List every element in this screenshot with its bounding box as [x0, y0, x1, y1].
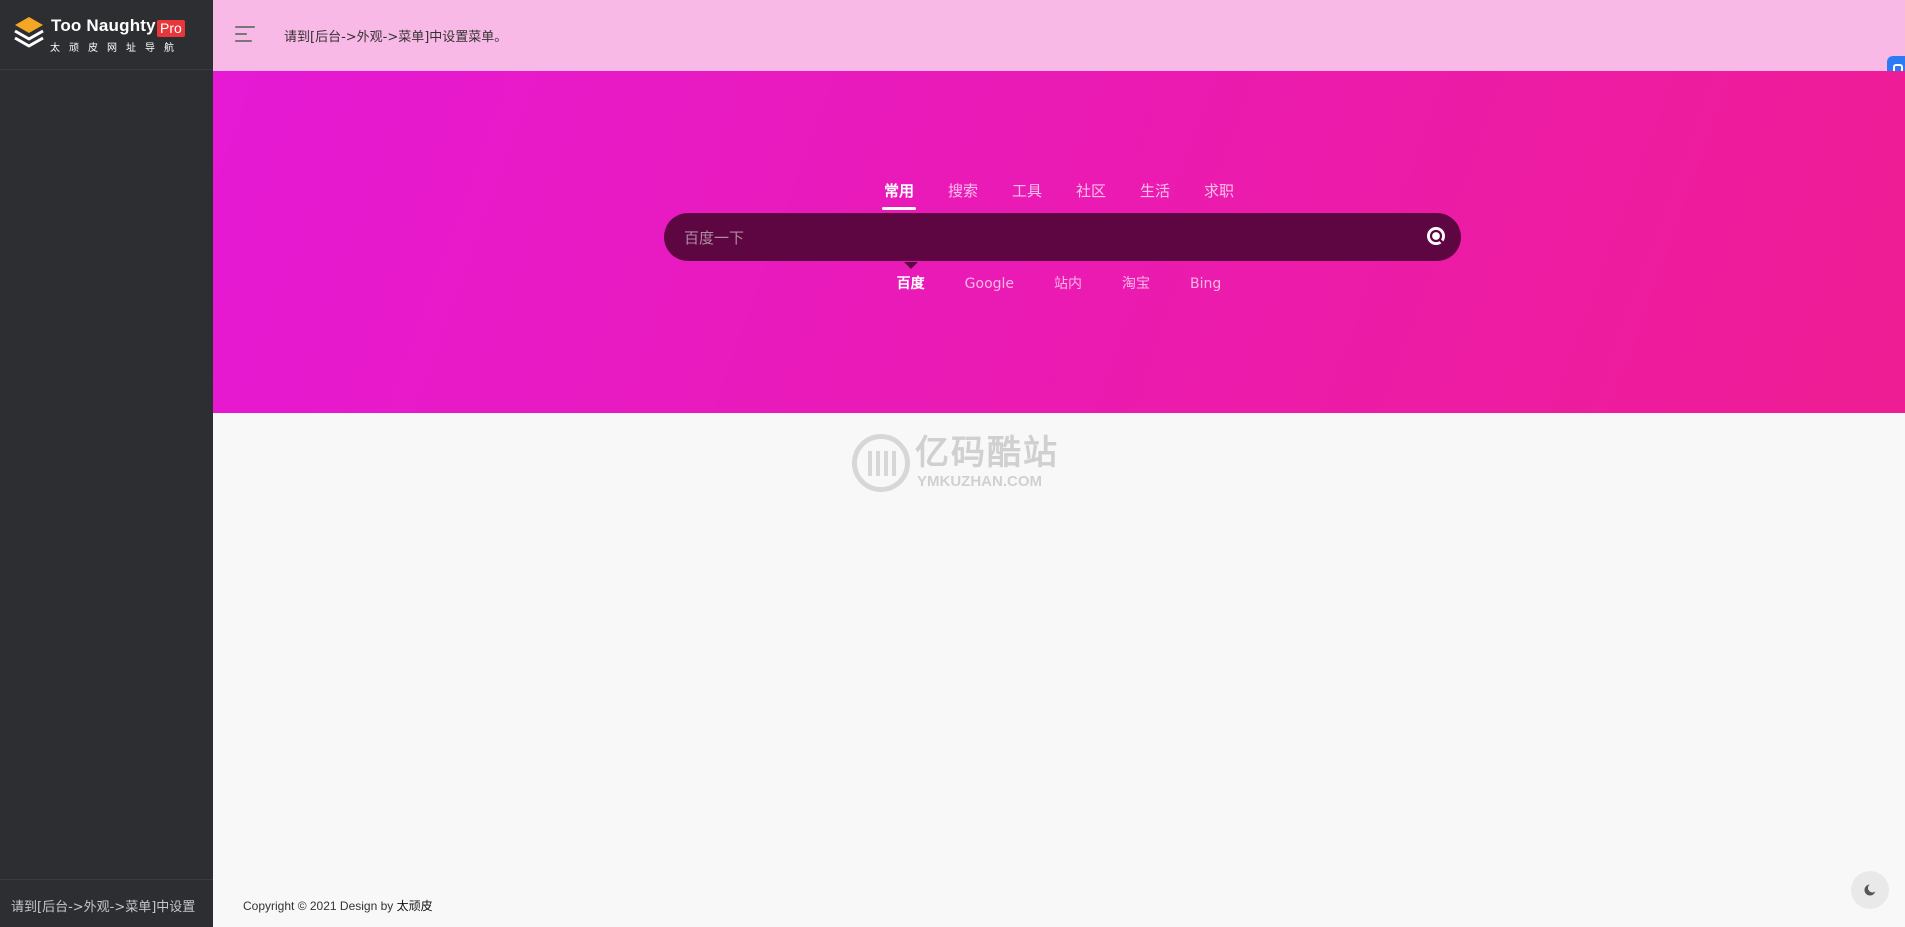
search-engine-list: 百度 Google 站内 淘宝 Bing: [213, 262, 1905, 293]
sidebar: Too Naughty Pro 太顽皮网址导航 请到[后台->外观->菜单]中设…: [0, 0, 213, 927]
watermark: 亿码酷站 YMKUZHAN.COM: [852, 434, 1057, 492]
menu-line-icon: [235, 33, 247, 35]
tab-tools[interactable]: 工具: [1012, 180, 1042, 209]
logo-title: Too Naughty: [51, 16, 156, 35]
watermark-subtitle: YMKUZHAN.COM: [917, 473, 1042, 490]
menu-line-icon: [235, 26, 255, 28]
sidebar-footer: 请到[后台->外观->菜单]中设置: [0, 879, 213, 927]
tab-common[interactable]: 常用: [881, 180, 916, 210]
site-logo[interactable]: Too Naughty Pro 太顽皮网址导航: [0, 0, 213, 70]
logo-subtitle: 太顽皮网址导航: [50, 43, 183, 54]
engine-site[interactable]: 站内: [1054, 273, 1082, 293]
search-hero: 常用 搜索 工具 社区 生活 求职 百度 Google 站内 淘宝 Bing: [213, 71, 1905, 413]
menu-toggle-button[interactable]: [235, 24, 257, 44]
search-category-tabs: 常用 搜索 工具 社区 生活 求职: [213, 180, 1905, 210]
footer-copyright: Copyright © 2021: [243, 899, 340, 913]
menu-line-icon: [235, 40, 252, 42]
search-icon[interactable]: [1425, 225, 1449, 249]
engine-baidu[interactable]: 百度: [897, 262, 925, 293]
tab-community[interactable]: 社区: [1076, 180, 1106, 209]
engine-google[interactable]: Google: [965, 276, 1014, 292]
engine-taobao[interactable]: 淘宝: [1122, 273, 1150, 293]
sidebar-footer-text: 请到[后台->外观->菜单]中设置: [11, 900, 196, 915]
watermark-title: 亿码酷站: [915, 433, 1059, 473]
engine-bing[interactable]: Bing: [1190, 276, 1221, 292]
watermark-logo-icon: [852, 434, 910, 492]
search-box: [664, 213, 1461, 263]
tab-life[interactable]: 生活: [1140, 180, 1170, 209]
page-footer: Copyright © 2021 Design by 太顽皮: [243, 897, 433, 914]
logo-pro-badge: Pro: [157, 20, 185, 37]
search-input[interactable]: [682, 213, 1406, 263]
tab-search[interactable]: 搜索: [948, 180, 978, 209]
tab-jobs[interactable]: 求职: [1204, 180, 1234, 209]
theme-toggle-button[interactable]: [1851, 871, 1889, 909]
footer-designer-link[interactable]: 太顽皮: [397, 899, 433, 913]
moon-icon: [1864, 883, 1877, 896]
footer-design-prefix: Design by: [339, 899, 397, 913]
layers-icon: [14, 17, 44, 48]
header-menu-message: 请到[后台->外观->菜单]中设置菜单。: [284, 30, 508, 45]
top-header: 请到[后台->外观->菜单]中设置菜单。: [213, 0, 1905, 84]
